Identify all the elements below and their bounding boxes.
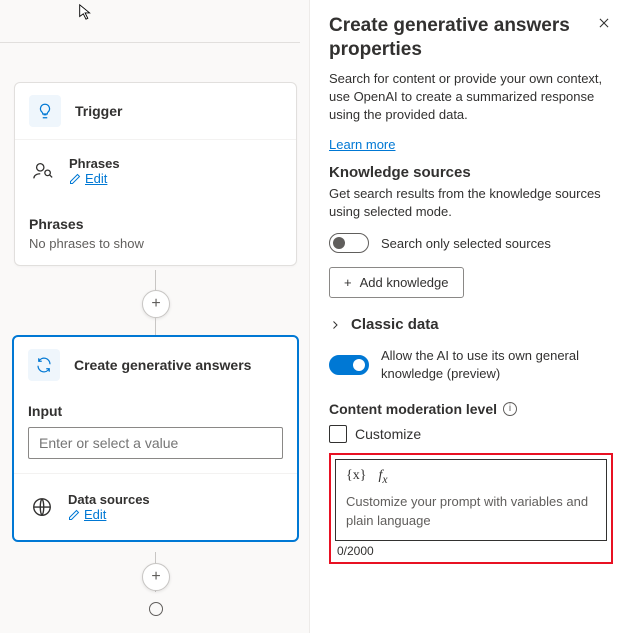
generative-answers-node[interactable]: Create generative answers Input Data sou… — [12, 335, 299, 542]
phrases-label: Phrases — [69, 156, 120, 171]
phrases-item[interactable]: Phrases Edit — [29, 150, 282, 192]
close-icon[interactable] — [595, 14, 613, 32]
input-label: Input — [28, 403, 283, 419]
info-icon[interactable]: i — [503, 402, 517, 416]
prompt-input[interactable]: {x} fx Customize your prompt with variab… — [335, 459, 607, 541]
gen-title: Create generative answers — [74, 357, 251, 373]
knowledge-heading: Knowledge sources — [329, 164, 613, 181]
classic-data-label: Classic data — [351, 316, 439, 333]
trigger-title: Trigger — [75, 103, 122, 119]
customize-label: Customize — [355, 426, 421, 442]
allow-ai-toggle[interactable] — [329, 355, 369, 375]
phrases-heading: Phrases — [29, 216, 282, 232]
edit-label: Edit — [85, 171, 107, 186]
lightbulb-icon — [29, 95, 61, 127]
knowledge-desc: Get search results from the knowledge so… — [329, 185, 613, 221]
connector — [155, 318, 156, 336]
prompt-highlight: {x} fx Customize your prompt with variab… — [329, 453, 613, 564]
properties-panel: Create generative answers properties Sea… — [311, 0, 631, 633]
prompt-counter: 0/2000 — [335, 541, 607, 558]
edit-label: Edit — [84, 507, 106, 522]
prompt-placeholder: Customize your prompt with variables and… — [346, 493, 596, 529]
data-sources-label: Data sources — [68, 492, 150, 507]
data-sources-item[interactable]: Data sources Edit — [28, 486, 283, 528]
search-only-label: Search only selected sources — [381, 235, 551, 253]
phrases-empty: No phrases to show — [29, 236, 282, 251]
search-only-toggle[interactable] — [329, 233, 369, 253]
panel-title: Create generative answers properties — [329, 14, 595, 62]
plus-icon: + — [344, 275, 352, 290]
refresh-icon — [28, 349, 60, 381]
allow-ai-label: Allow the AI to use its own general know… — [381, 347, 613, 382]
canvas-divider — [0, 42, 300, 43]
classic-data-toggle[interactable]: Classic data — [329, 316, 613, 333]
input-field[interactable] — [28, 427, 283, 459]
chevron-right-icon — [329, 319, 341, 331]
globe-icon — [28, 493, 56, 521]
phrases-icon — [29, 157, 57, 185]
learn-more-link[interactable]: Learn more — [329, 137, 395, 152]
end-node — [149, 602, 163, 616]
customize-checkbox[interactable] — [329, 425, 347, 443]
add-node-button[interactable]: + — [142, 563, 170, 591]
moderation-label: Content moderation level — [329, 401, 497, 417]
trigger-node[interactable]: Trigger Phrases Edit — [14, 82, 297, 266]
data-sources-edit-link[interactable]: Edit — [68, 507, 150, 522]
add-knowledge-button[interactable]: + Add knowledge — [329, 267, 464, 298]
panel-description: Search for content or provide your own c… — [329, 70, 613, 125]
phrases-edit-link[interactable]: Edit — [69, 171, 120, 186]
variable-icon[interactable]: {x} — [346, 468, 366, 486]
mouse-cursor — [77, 3, 95, 21]
add-node-button[interactable]: + — [142, 290, 170, 318]
formula-icon[interactable]: fx — [378, 468, 387, 486]
add-knowledge-label: Add knowledge — [360, 275, 449, 290]
